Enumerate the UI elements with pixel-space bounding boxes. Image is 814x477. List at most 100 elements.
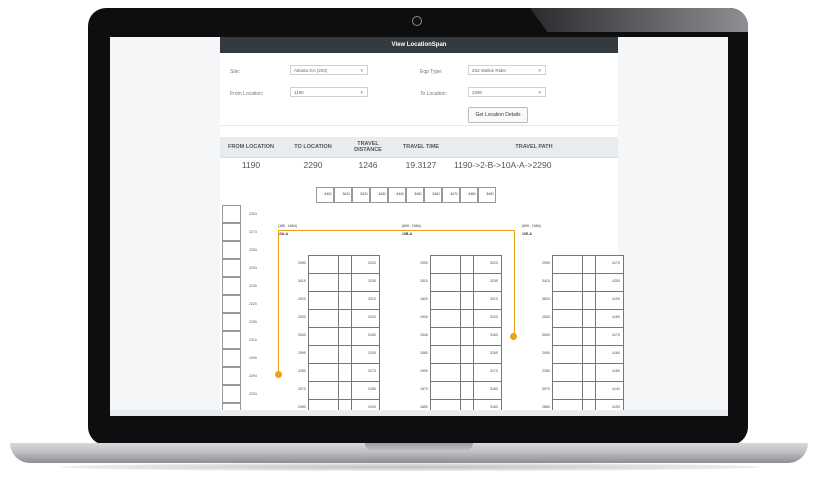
storage-location-label: 4153: [612, 405, 620, 409]
storage-cell: [431, 382, 501, 400]
left-location-label: 2220: [249, 302, 257, 306]
taskbar: [110, 410, 728, 416]
left-location-label: 2240: [249, 284, 257, 288]
storage-location-label: 1820: [420, 297, 428, 301]
chevron-down-icon: ▾: [538, 68, 541, 74]
left-location-label: 1900: [249, 356, 257, 360]
storage-location-label: 3160: [490, 351, 498, 355]
cell-divider: [582, 274, 583, 291]
to-location-label: To Location:: [420, 91, 447, 97]
storage-location-label: 2990: [542, 351, 550, 355]
storage-location-label: 3180: [490, 387, 498, 391]
cell-divider: [460, 364, 461, 381]
header-travel-distance: TRAVEL DISTANCE: [344, 137, 392, 158]
cell-divider: [595, 328, 596, 345]
cell-divider: [460, 328, 461, 345]
cell-divider: [338, 382, 339, 399]
storage-location-label: 4190: [612, 297, 620, 301]
storage-cell: [431, 346, 501, 364]
left-location-label: 2205: [249, 320, 257, 324]
cell-divider: [351, 310, 352, 327]
laptop-shadow: [60, 463, 760, 471]
table-row: 1190 2290 1246 19.3127 1190->2-B->10A-A-…: [220, 157, 618, 172]
storage-location-label: 1850: [420, 405, 428, 409]
storage-cell: [309, 328, 379, 346]
storage-location-label: 3410: [298, 279, 306, 283]
storage-location-label: 1810: [420, 279, 428, 283]
get-location-details-button[interactable]: Get Location Details: [468, 107, 528, 123]
from-location-label: From Location:: [230, 91, 264, 97]
storage-location-label: 3220: [490, 261, 498, 265]
storage-cell: [309, 364, 379, 382]
top-location-box: 3481: [460, 187, 478, 203]
storage-cell: [553, 274, 623, 292]
storage-location-label: 1870: [420, 387, 428, 391]
eqp-type-select[interactable]: 253 Walkie Rider ▾: [468, 65, 546, 75]
storage-location-label: 4180: [612, 315, 620, 319]
left-location-box: [222, 295, 241, 313]
storage-cell: [431, 274, 501, 292]
storage-location-label: 3210: [490, 297, 498, 301]
cell-divider: [582, 292, 583, 309]
node-label: 10B-A: [402, 232, 413, 236]
cell-divider: [460, 256, 461, 273]
cell-divider: [460, 292, 461, 309]
left-location-box: [222, 241, 241, 259]
storage-location-label: 1900: [420, 261, 428, 265]
cell-from-location: 1190: [220, 157, 282, 172]
left-location-box: [222, 205, 241, 223]
cell-divider: [460, 382, 461, 399]
storage-cell: [309, 310, 379, 328]
results-table: FROM LOCATION TO LOCATION TRAVEL DISTANC…: [220, 137, 618, 172]
storage-cell: [553, 364, 623, 382]
from-location-value: 1190: [294, 90, 304, 95]
storage-cell: [309, 274, 379, 292]
storage-location-label: 3230: [490, 279, 498, 283]
travel-path-segment: [514, 230, 515, 334]
storage-cell: [309, 346, 379, 364]
cell-divider: [338, 310, 339, 327]
to-location-value: 2290: [472, 90, 483, 95]
coord-label: (185 , 1664): [278, 224, 297, 228]
storage-location-label: 3820: [542, 297, 550, 301]
storage-cell: [309, 292, 379, 310]
storage-location-label: 2950: [542, 261, 550, 265]
from-location-select[interactable]: 1190 ▾: [290, 87, 368, 97]
page-title: View LocationSpan: [220, 37, 618, 53]
storage-cell: [553, 310, 623, 328]
storage-location-label: 3970: [542, 387, 550, 391]
warehouse-map: (185 , 1664) 10A-A (609 , 1664) 10B-A (6…: [220, 177, 624, 416]
cell-divider: [351, 364, 352, 381]
cell-divider: [582, 382, 583, 399]
storage-cell: [553, 292, 623, 310]
end-marker[interactable]: [510, 333, 517, 340]
site-select[interactable]: Atlanta GA (203) ▾: [290, 65, 368, 75]
left-location-label: 2273: [249, 230, 257, 234]
storage-location-label: 4170: [612, 333, 620, 337]
header-to-location: TO LOCATION: [282, 137, 344, 158]
to-location-select[interactable]: 2290 ▾: [468, 87, 546, 97]
cell-divider: [582, 256, 583, 273]
start-marker[interactable]: [275, 371, 282, 378]
storage-location-label: 2280: [298, 369, 306, 373]
cell-divider: [582, 328, 583, 345]
cell-divider: [460, 310, 461, 327]
webcam-icon: [412, 16, 422, 26]
left-location-label: 2293: [249, 266, 257, 270]
cell-divider: [582, 364, 583, 381]
left-location-label: 2210: [249, 338, 257, 342]
storage-cell: [553, 382, 623, 400]
storage-location-label: 3100: [368, 351, 376, 355]
top-location-box: 3401: [316, 187, 334, 203]
storage-location-label: 4160: [612, 351, 620, 355]
storage-cell: [553, 256, 623, 274]
chevron-down-icon: ▾: [360, 90, 363, 96]
left-location-box: [222, 367, 241, 385]
storage-location-label: 1560: [420, 351, 428, 355]
cell-divider: [351, 346, 352, 363]
storage-location-label: 2860: [542, 405, 550, 409]
cell-divider: [473, 328, 474, 345]
storage-location-label: 3410: [542, 279, 550, 283]
cell-divider: [338, 256, 339, 273]
storage-cell: [431, 328, 501, 346]
